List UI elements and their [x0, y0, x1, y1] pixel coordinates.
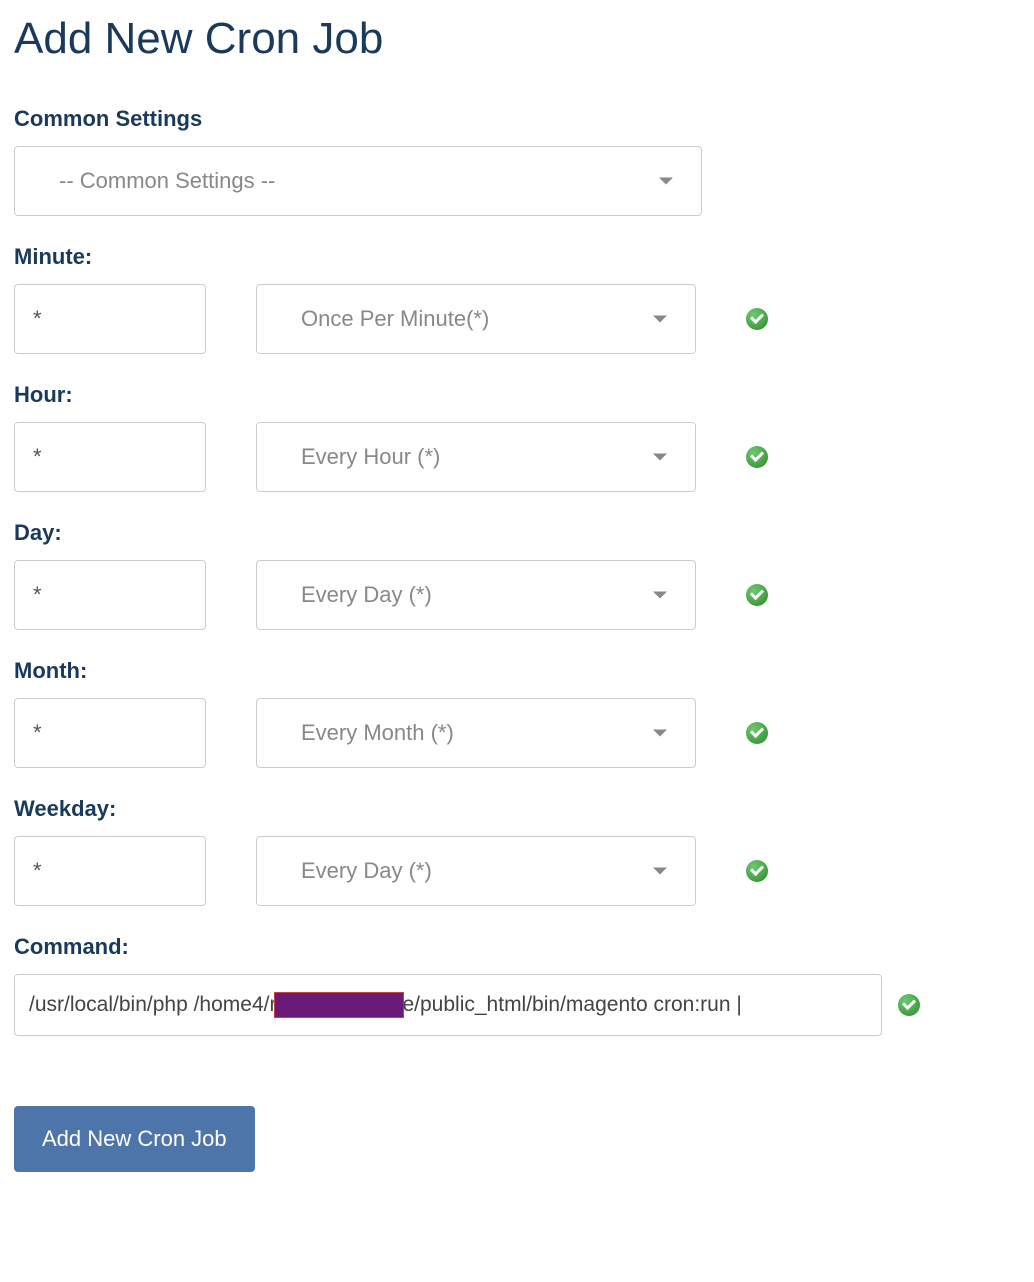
common-settings-group: Common Settings -- Common Settings --	[14, 106, 1020, 216]
weekday-label: Weekday:	[14, 796, 1020, 822]
day-preset-selected: Every Day (*)	[301, 582, 432, 608]
day-group: Day: Every Day (*)	[14, 520, 1020, 630]
chevron-down-icon	[653, 730, 667, 737]
month-label: Month:	[14, 658, 1020, 684]
check-icon	[898, 994, 920, 1016]
minute-input[interactable]	[14, 284, 206, 354]
check-icon	[746, 722, 768, 744]
common-settings-label: Common Settings	[14, 106, 1020, 132]
month-group: Month: Every Month (*)	[14, 658, 1020, 768]
hour-preset-selected: Every Hour (*)	[301, 444, 440, 470]
day-preset-dropdown[interactable]: Every Day (*)	[256, 560, 696, 630]
hour-input[interactable]	[14, 422, 206, 492]
hour-label: Hour:	[14, 382, 1020, 408]
month-preset-selected: Every Month (*)	[301, 720, 454, 746]
command-group: Command: /usr/local/bin/php /home4/re/pu…	[14, 934, 1020, 1036]
day-input[interactable]	[14, 560, 206, 630]
hour-group: Hour: Every Hour (*)	[14, 382, 1020, 492]
hour-preset-dropdown[interactable]: Every Hour (*)	[256, 422, 696, 492]
weekday-preset-selected: Every Day (*)	[301, 858, 432, 884]
command-redacted-right: e	[402, 993, 414, 1017]
chevron-down-icon	[653, 592, 667, 599]
minute-label: Minute:	[14, 244, 1020, 270]
day-label: Day:	[14, 520, 1020, 546]
command-label: Command:	[14, 934, 1020, 960]
check-icon	[746, 860, 768, 882]
check-icon	[746, 584, 768, 606]
common-settings-selected: -- Common Settings --	[59, 168, 275, 194]
command-input[interactable]: /usr/local/bin/php /home4/re/public_html…	[14, 974, 882, 1036]
month-preset-dropdown[interactable]: Every Month (*)	[256, 698, 696, 768]
redacted-block	[274, 992, 404, 1018]
chevron-down-icon	[659, 178, 673, 185]
submit-button[interactable]: Add New Cron Job	[14, 1106, 255, 1172]
minute-preset-selected: Once Per Minute(*)	[301, 306, 489, 332]
month-input[interactable]	[14, 698, 206, 768]
chevron-down-icon	[653, 454, 667, 461]
weekday-input[interactable]	[14, 836, 206, 906]
page-title: Add New Cron Job	[14, 14, 1020, 64]
command-prefix: /usr/local/bin/php /home4/	[29, 993, 269, 1017]
check-icon	[746, 308, 768, 330]
weekday-group: Weekday: Every Day (*)	[14, 796, 1020, 906]
minute-preset-dropdown[interactable]: Once Per Minute(*)	[256, 284, 696, 354]
check-icon	[746, 446, 768, 468]
chevron-down-icon	[653, 316, 667, 323]
chevron-down-icon	[653, 868, 667, 875]
minute-group: Minute: Once Per Minute(*)	[14, 244, 1020, 354]
weekday-preset-dropdown[interactable]: Every Day (*)	[256, 836, 696, 906]
common-settings-dropdown[interactable]: -- Common Settings --	[14, 146, 702, 216]
command-suffix: /public_html/bin/magento cron:run |	[414, 993, 742, 1017]
